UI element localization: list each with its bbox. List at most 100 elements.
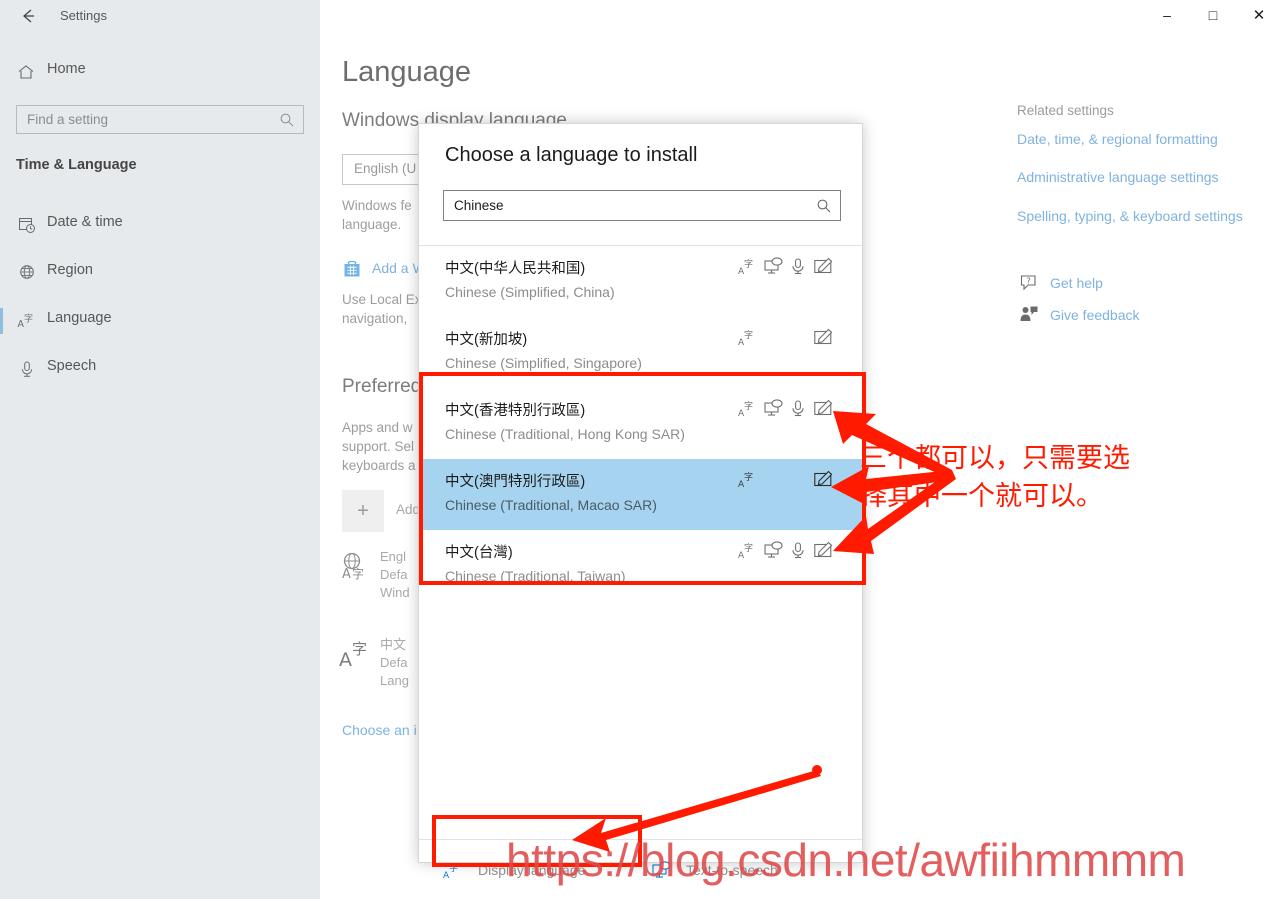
related-link-date-time[interactable]: Date, time, & regional formatting — [1017, 131, 1218, 147]
svg-text:字: 字 — [744, 329, 753, 341]
sidebar-item-speech[interactable]: Speech — [0, 352, 320, 386]
language-icon: A字 — [17, 311, 37, 331]
lang-entry-line2: Defa — [380, 567, 408, 582]
handwriting-icon — [813, 398, 835, 420]
dialog-search-box[interactable] — [443, 190, 841, 221]
store-bag-icon — [343, 260, 361, 278]
svg-text:?: ? — [1027, 277, 1031, 286]
sidebar-home-label: Home — [47, 61, 86, 77]
language-english-name: Chinese (Traditional, Hong Kong SAR) — [445, 426, 685, 442]
add-desc-1: Use Local Ex — [342, 292, 422, 307]
globe-language-icon: A字 — [336, 548, 376, 588]
svg-text:字: 字 — [744, 542, 753, 554]
get-help-link[interactable]: Get help — [1050, 275, 1103, 291]
related-settings-header: Related settings — [1017, 103, 1114, 118]
close-button[interactable]: ✕ — [1236, 0, 1282, 30]
lang-entry-line2: Defa — [380, 655, 408, 670]
sidebar-item-label: Date & time — [47, 214, 123, 230]
language-native-name: 中文(新加坡) — [445, 332, 528, 348]
text-to-speech-icon — [763, 540, 785, 562]
language-feature-icons: A字 — [738, 327, 848, 351]
svg-text:字: 字 — [24, 313, 33, 325]
watermark-url: https://blog.csdn.net/awfiihmmmm — [506, 834, 1186, 886]
language-list-item[interactable]: 中文(新加坡) Chinese (Simplified, Singapore) … — [419, 317, 862, 388]
language-list-item[interactable]: 中文(中华人民共和国) Chinese (Simplified, China) … — [419, 246, 862, 317]
sidebar-section-header: Time & Language — [16, 157, 137, 173]
language-list-item[interactable]: 中文(台灣) Chinese (Traditional, Taiwan) A字 — [419, 530, 862, 601]
sidebar-search-box[interactable] — [16, 105, 304, 134]
help-question-icon: ? — [1019, 273, 1039, 293]
maximize-button[interactable]: □ — [1190, 0, 1236, 30]
text-to-speech-icon — [763, 256, 785, 278]
sidebar-item-language[interactable]: A字 Language — [0, 304, 320, 338]
annotation-note: 三个都可以，只需要选 择其中一个就可以。 — [860, 443, 1130, 512]
handwriting-icon — [813, 327, 835, 349]
maximize-icon: □ — [1208, 7, 1218, 23]
minimize-button[interactable]: – — [1144, 0, 1190, 30]
dialog-title: Choose a language to install — [445, 144, 698, 166]
svg-text:字: 字 — [744, 258, 753, 270]
globe-icon — [17, 263, 37, 283]
choose-language-dialog: Choose a language to install 中文(中华人民共和国)… — [418, 123, 863, 881]
minimize-icon: – — [1163, 7, 1171, 23]
add-language-button[interactable]: + — [342, 490, 384, 532]
language-english-name: Chinese (Simplified, Singapore) — [445, 355, 642, 371]
language-list-item[interactable]: 中文(香港特別行政區) Chinese (Traditional, Hong K… — [419, 388, 862, 459]
display-language-value: English (U — [354, 161, 417, 176]
handwriting-icon — [813, 469, 835, 491]
svg-text:A: A — [342, 567, 351, 582]
display-language-icon: A字 — [443, 860, 465, 882]
language-feature-icons: A字 — [738, 398, 848, 422]
speech-recognition-icon — [788, 256, 810, 278]
add-language-label: Add — [396, 502, 421, 517]
display-language-icon: A字 — [738, 398, 760, 420]
settings-window: Settings Home Time & Language Date & tim… — [0, 0, 1282, 899]
language-english-name: Chinese (Traditional, Macao SAR) — [445, 497, 657, 513]
preferred-desc-3: keyboards a — [342, 458, 416, 473]
lang-entry-line3: Wind — [380, 585, 410, 600]
display-language-icon: A字 — [738, 256, 760, 278]
search-input[interactable] — [27, 106, 272, 133]
sidebar-item-region[interactable]: Region — [0, 256, 320, 290]
language-list-item-selected[interactable]: 中文(澳門特別行政區) Chinese (Traditional, Macao … — [419, 459, 862, 530]
sidebar: Settings Home Time & Language Date & tim… — [0, 0, 320, 899]
sidebar-item-home[interactable]: Home — [0, 58, 320, 88]
sidebar-item-label: Language — [47, 310, 112, 326]
language-english-name: Chinese (Traditional, Taiwan) — [445, 568, 626, 584]
language-feature-icons: A字 — [738, 540, 848, 564]
lang-entry-line1: Engl — [380, 549, 407, 564]
language-search-input[interactable] — [454, 191, 804, 220]
choose-input-method-link[interactable]: Choose an i — [342, 722, 417, 738]
svg-text:字: 字 — [449, 862, 458, 874]
back-arrow-icon[interactable] — [14, 6, 42, 34]
microphone-icon — [17, 359, 37, 379]
svg-text:字: 字 — [744, 471, 753, 483]
related-link-administrative[interactable]: Administrative language settings — [1017, 169, 1219, 185]
preferred-desc-1: Apps and w — [342, 420, 413, 435]
give-feedback-link[interactable]: Give feedback — [1050, 307, 1140, 323]
language-native-name: 中文(澳門特別行政區) — [445, 474, 586, 490]
titlebar-left: Settings — [0, 0, 320, 40]
plus-icon: + — [357, 500, 369, 522]
language-feature-icons: A字 — [738, 256, 848, 280]
display-language-desc-1: Windows fe — [342, 198, 412, 213]
search-icon — [816, 198, 832, 214]
svg-text:字: 字 — [352, 640, 367, 658]
language-list[interactable]: 中文(中华人民共和国) Chinese (Simplified, China) … — [419, 245, 862, 839]
preferred-languages-header: Preferred — [342, 376, 422, 397]
related-link-spelling[interactable]: Spelling, typing, & keyboard settings — [1017, 208, 1243, 224]
close-icon: ✕ — [1252, 7, 1266, 24]
sidebar-item-date-time[interactable]: Date & time — [0, 208, 320, 242]
language-native-name: 中文(中华人民共和国) — [445, 261, 586, 277]
handwriting-icon — [813, 540, 835, 562]
window-title: Settings — [60, 8, 107, 23]
svg-text:字: 字 — [744, 400, 753, 412]
home-icon — [16, 62, 36, 82]
speech-recognition-icon — [788, 540, 810, 562]
language-feature-icons: A字 — [738, 469, 848, 493]
language-native-name: 中文(香港特別行政區) — [445, 403, 586, 419]
display-language-icon: A字 — [738, 469, 760, 491]
display-language-icon: A字 — [738, 540, 760, 562]
page-title: Language — [342, 56, 472, 88]
handwriting-icon — [813, 256, 835, 278]
